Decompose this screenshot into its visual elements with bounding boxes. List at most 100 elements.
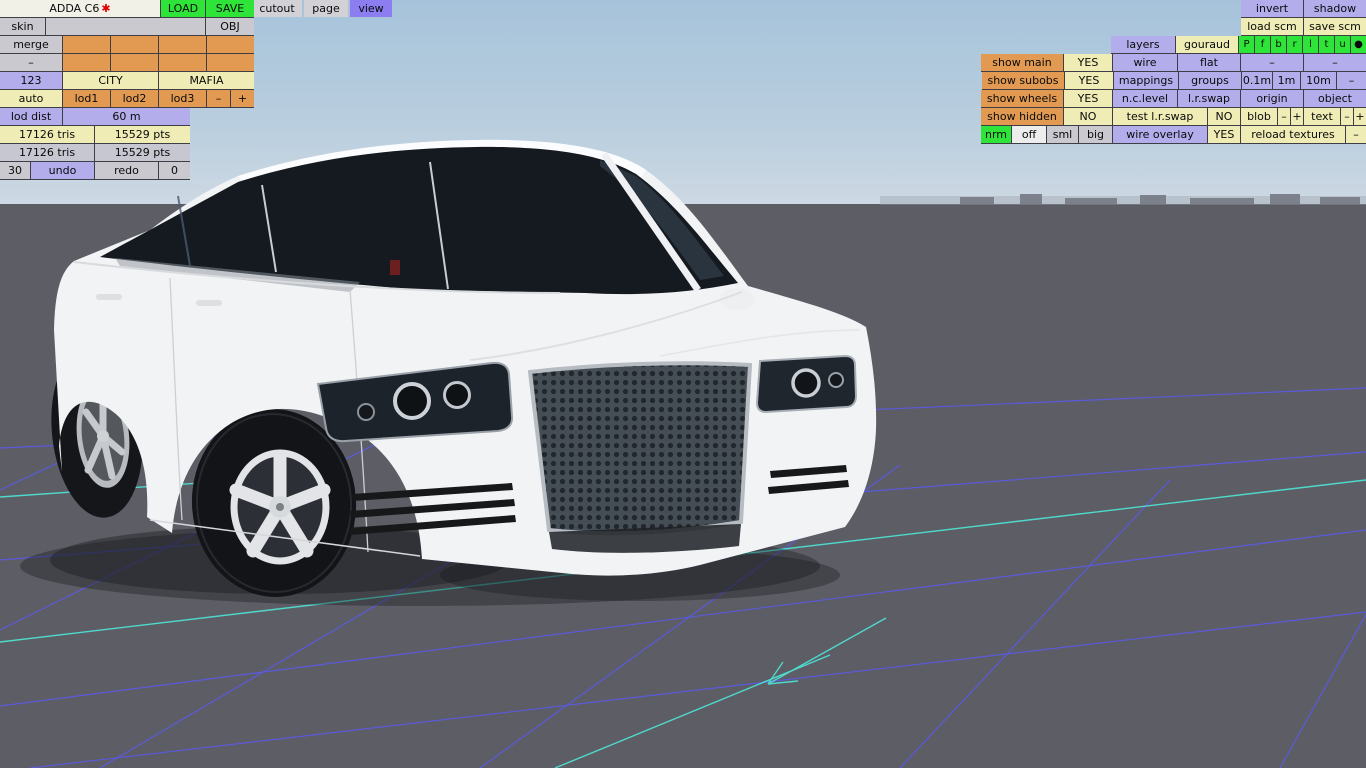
dash-a-button[interactable]: –	[1241, 54, 1303, 71]
nrm-button[interactable]: nrm	[981, 126, 1011, 143]
reload-dash-button[interactable]: –	[1346, 126, 1366, 143]
stats-row-1: 17126 tris 15529 pts	[0, 126, 190, 144]
snap-10m-button[interactable]: 10m	[1301, 72, 1336, 89]
pts-count: 15529 pts	[95, 126, 190, 143]
variant-mafia-button[interactable]: MAFIA	[159, 72, 254, 89]
load-scm-button[interactable]: load scm	[1241, 18, 1303, 35]
tris-count-2: 17126 tris	[0, 144, 94, 161]
door-handle	[96, 294, 122, 300]
groups-button[interactable]: groups	[1179, 72, 1241, 89]
snap-01m-button[interactable]: 0.1m	[1242, 72, 1272, 89]
snap-1m-button[interactable]: 1m	[1273, 72, 1300, 89]
blob-button[interactable]: blob	[1241, 108, 1277, 125]
menu-page-button[interactable]: page	[304, 0, 348, 17]
right-headlight	[755, 354, 858, 414]
snap-dash-button[interactable]: –	[1337, 72, 1366, 89]
show-hidden-button[interactable]: show hidden	[981, 108, 1063, 125]
group-empty-slot[interactable]	[63, 36, 110, 53]
lod-dist-label: lod dist	[0, 108, 62, 125]
redo-button[interactable]: redo	[95, 162, 158, 179]
invert-button[interactable]: invert	[1241, 0, 1303, 17]
show-wheels-row: show wheels YES n.c.level l.r.swap origi…	[981, 90, 1366, 108]
group-empty-slot[interactable]	[63, 54, 110, 71]
text-plus-button[interactable]: +	[1354, 108, 1366, 125]
lod-dist-row: lod dist 60 m	[0, 108, 190, 126]
subobj-row-4: –	[0, 54, 254, 72]
wire-overlay-button[interactable]: wire overlay	[1113, 126, 1207, 143]
merge-button[interactable]: merge	[0, 36, 62, 53]
show-main-button[interactable]: show main	[981, 54, 1063, 71]
lod-row: auto lod1 lod2 lod3 – +	[0, 90, 254, 108]
lr-swap-button[interactable]: l.r.swap	[1178, 90, 1240, 107]
lod-dist-value[interactable]: 60 m	[63, 108, 190, 125]
show-hidden-value[interactable]: NO	[1064, 108, 1112, 125]
nrm-off-button[interactable]: off	[1012, 126, 1046, 143]
lod-minus-button[interactable]: –	[207, 90, 230, 107]
lod3-button[interactable]: lod3	[159, 90, 206, 107]
variant-123-button[interactable]: 123	[0, 72, 62, 89]
wire-button[interactable]: wire	[1113, 54, 1177, 71]
nrm-sml-button[interactable]: sml	[1047, 126, 1078, 143]
text-button[interactable]: text	[1304, 108, 1340, 125]
mappings-button[interactable]: mappings	[1114, 72, 1178, 89]
group-empty-slot[interactable]	[207, 36, 254, 53]
skin-slot[interactable]	[46, 18, 205, 35]
blob-plus-button[interactable]: +	[1291, 108, 1303, 125]
pts-count-2: 15529 pts	[95, 144, 190, 161]
nrm-big-button[interactable]: big	[1079, 126, 1112, 143]
blob-minus-button[interactable]: –	[1278, 108, 1290, 125]
text-minus-button[interactable]: –	[1341, 108, 1353, 125]
show-subobs-button[interactable]: show subobs	[982, 72, 1064, 89]
lod-plus-button[interactable]: +	[231, 90, 254, 107]
show-hidden-row: show hidden NO test l.r.swap NO blob – +…	[981, 108, 1366, 126]
cam-dot-button[interactable]: ●	[1351, 36, 1366, 53]
dash-button[interactable]: –	[0, 54, 62, 71]
file-name-button[interactable]: ADDA C6 ✱	[0, 0, 160, 17]
group-empty-slot[interactable]	[159, 54, 206, 71]
show-main-row: show main YES wire flat – –	[981, 54, 1366, 72]
save-button[interactable]: SAVE	[206, 0, 254, 17]
subobj-row-3: merge	[0, 36, 254, 54]
show-wheels-button[interactable]: show wheels	[981, 90, 1063, 107]
menu-view-button[interactable]: view	[350, 0, 392, 17]
invert-shadow-row: invert shadow	[1241, 0, 1366, 18]
cam-l-button[interactable]: l	[1303, 36, 1318, 53]
wire-overlay-value[interactable]: YES	[1208, 126, 1240, 143]
lod2-button[interactable]: lod2	[111, 90, 158, 107]
horizon-skyline	[880, 194, 1366, 205]
group-empty-slot[interactable]	[207, 54, 254, 71]
load-button[interactable]: LOAD	[161, 0, 205, 17]
cam-f-button[interactable]: f	[1255, 36, 1270, 53]
dash-b-button[interactable]: –	[1304, 54, 1366, 71]
group-empty-slot[interactable]	[111, 54, 158, 71]
cam-r-button[interactable]: r	[1287, 36, 1302, 53]
cam-b-button[interactable]: b	[1271, 36, 1286, 53]
layers-button[interactable]: layers	[1111, 36, 1175, 53]
reload-textures-button[interactable]: reload textures	[1241, 126, 1345, 143]
skin-button[interactable]: skin	[0, 18, 45, 35]
gouraud-button[interactable]: gouraud	[1176, 36, 1238, 53]
origin-button[interactable]: origin	[1241, 90, 1303, 107]
obj-button[interactable]: OBJ	[206, 18, 254, 35]
test-lr-swap-value[interactable]: NO	[1208, 108, 1240, 125]
save-scm-button[interactable]: save scm	[1304, 18, 1366, 35]
cam-u-button[interactable]: u	[1335, 36, 1350, 53]
variant-city-button[interactable]: CITY	[63, 72, 158, 89]
object-button[interactable]: object	[1304, 90, 1366, 107]
lod-auto-button[interactable]: auto	[0, 90, 62, 107]
undo-button[interactable]: undo	[31, 162, 94, 179]
lod1-button[interactable]: lod1	[63, 90, 110, 107]
show-main-value[interactable]: YES	[1064, 54, 1112, 71]
test-lr-swap-button[interactable]: test l.r.swap	[1113, 108, 1207, 125]
shadow-button[interactable]: shadow	[1304, 0, 1366, 17]
flat-button[interactable]: flat	[1178, 54, 1240, 71]
variant-row: 123 CITY MAFIA	[0, 72, 254, 90]
cam-t-button[interactable]: t	[1319, 36, 1334, 53]
show-subobs-value[interactable]: YES	[1065, 72, 1113, 89]
group-empty-slot[interactable]	[159, 36, 206, 53]
show-wheels-value[interactable]: YES	[1064, 90, 1112, 107]
group-empty-slot[interactable]	[111, 36, 158, 53]
cam-p-button[interactable]: P	[1239, 36, 1254, 53]
menu-cutout-button[interactable]: cutout	[252, 0, 302, 17]
nc-level-button[interactable]: n.c.level	[1113, 90, 1177, 107]
